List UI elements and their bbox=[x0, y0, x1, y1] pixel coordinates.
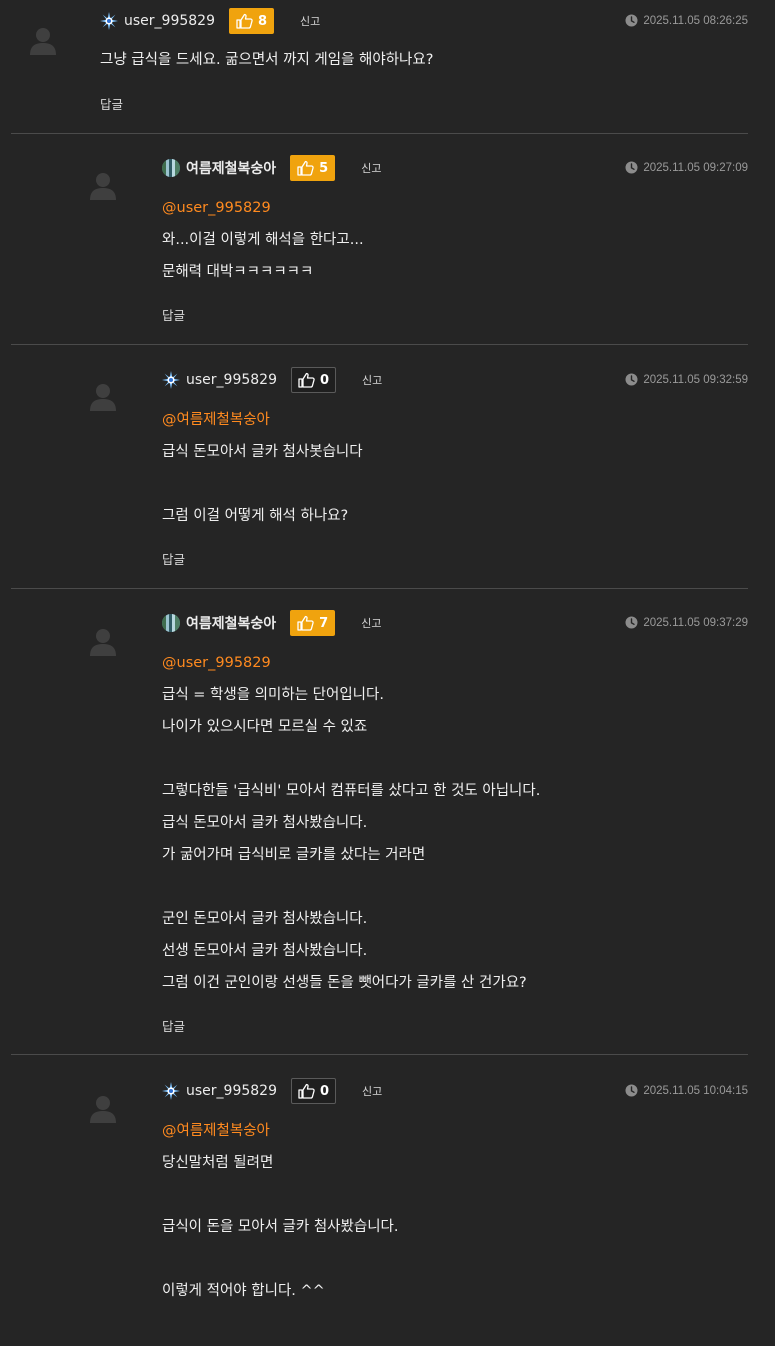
clock-icon bbox=[625, 1084, 643, 1097]
like-button[interactable]: 5 bbox=[290, 155, 336, 181]
comment-header: user_995829 8 신고 bbox=[100, 7, 320, 35]
reply-button[interactable]: 답글 bbox=[100, 94, 123, 113]
comment-timestamp: 2025.11.05 09:27:09 bbox=[625, 161, 748, 174]
timestamp-text: 2025.11.05 09:37:29 bbox=[643, 616, 748, 629]
username-link[interactable]: user_995829 bbox=[124, 13, 215, 29]
report-button[interactable]: 신고 bbox=[362, 372, 382, 388]
comment-text-line: 와...이걸 이렇게 해석을 한다고... bbox=[162, 232, 364, 248]
username-link[interactable]: user_995829 bbox=[186, 372, 277, 388]
comment-text-line bbox=[162, 468, 363, 500]
comment-text-line: 급식 = 학생을 의미하는 단어입니다. bbox=[162, 687, 384, 703]
comment-timestamp: 2025.11.05 09:32:59 bbox=[625, 373, 748, 386]
reply-button[interactable]: 답글 bbox=[162, 549, 185, 568]
thumbs-up-icon bbox=[298, 372, 320, 388]
clock-icon bbox=[625, 161, 643, 174]
report-button[interactable]: 신고 bbox=[362, 1083, 382, 1099]
comment-header: user_995829 0 신고 bbox=[162, 1077, 382, 1105]
reply-button[interactable]: 답글 bbox=[162, 305, 185, 324]
timestamp-text: 2025.11.05 08:26:25 bbox=[643, 14, 748, 27]
comment-body: @user_995829 급식 = 학생을 의미하는 단어입니다. 나이가 있으시다… bbox=[162, 647, 540, 999]
comment-text-line: 그냥 급식을 드세요. 굶으면서 까지 게임을 해야하나요? bbox=[100, 52, 434, 68]
comment-text-line: 급식 돈모아서 글카 첨사봤습니다. bbox=[162, 815, 368, 831]
comment-timestamp: 2025.11.05 09:37:29 bbox=[625, 616, 748, 629]
mention-link[interactable]: @여름제철복숭아 bbox=[162, 404, 363, 436]
mention-link[interactable]: @user_995829 bbox=[162, 647, 540, 679]
username-link[interactable]: 여름제철복숭아 bbox=[186, 158, 276, 178]
like-count: 7 bbox=[319, 615, 329, 631]
avatar-placeholder-icon bbox=[30, 27, 56, 55]
comment-timestamp: 2025.11.05 08:26:25 bbox=[625, 14, 748, 27]
like-button[interactable]: 0 bbox=[290, 1078, 337, 1104]
burst-icon bbox=[162, 1082, 180, 1100]
comment-timestamp: 2025.11.05 10:04:15 bbox=[625, 1084, 748, 1097]
comment-divider bbox=[11, 588, 748, 589]
comment-divider bbox=[11, 1054, 748, 1055]
burst-icon bbox=[100, 12, 118, 30]
comment-text-line: 당신말처럼 될려면 bbox=[162, 1155, 274, 1171]
mention-link[interactable]: @user_995829 bbox=[162, 192, 364, 224]
username-link[interactable]: user_995829 bbox=[186, 1083, 277, 1099]
report-button[interactable]: 신고 bbox=[361, 160, 381, 176]
comment-text-line: 문해력 대박ㅋㅋㅋㅋㅋㅋ bbox=[162, 264, 314, 280]
username-link[interactable]: 여름제철복숭아 bbox=[186, 613, 276, 633]
comment-header: user_995829 0 신고 bbox=[162, 366, 382, 394]
clock-icon bbox=[625, 616, 643, 629]
report-button[interactable]: 신고 bbox=[300, 13, 320, 29]
thumbs-up-icon bbox=[297, 160, 319, 176]
like-button[interactable]: 0 bbox=[290, 367, 337, 393]
nature-icon bbox=[162, 159, 180, 177]
thumbs-up-icon bbox=[297, 615, 319, 631]
comment-text-line: 그렇다한들 '급식비' 모아서 컴퓨터를 샀다고 한 것도 아닙니다. bbox=[162, 783, 541, 799]
comment-text-line: 나이가 있으시다면 모르실 수 있죠 bbox=[162, 719, 368, 735]
comment-text-line bbox=[162, 743, 540, 775]
comment-divider bbox=[11, 133, 748, 134]
mention-link[interactable]: @여름제철복숭아 bbox=[162, 1115, 398, 1147]
like-button[interactable]: 8 bbox=[228, 8, 275, 34]
thumbs-up-icon bbox=[236, 13, 258, 29]
comment-body: @여름제철복숭아급식 돈모아서 글카 첨사봇습니다그럼 이걸 어떻게 해석 하나… bbox=[162, 404, 363, 532]
clock-icon bbox=[625, 14, 643, 27]
comment-header: 여름제철복숭아 5 신고 bbox=[162, 154, 381, 182]
like-count: 0 bbox=[319, 1083, 330, 1099]
avatar-placeholder-icon bbox=[90, 1095, 116, 1123]
thumbs-up-icon bbox=[298, 1083, 320, 1099]
comment-divider bbox=[11, 344, 748, 345]
like-count: 8 bbox=[257, 13, 268, 29]
burst-icon bbox=[162, 371, 180, 389]
timestamp-text: 2025.11.05 09:32:59 bbox=[643, 373, 748, 386]
reply-button[interactable]: 답글 bbox=[162, 1016, 185, 1035]
comment-body: @user_995829 와...이걸 이렇게 해석을 한다고... 문해력 대박ㅋ… bbox=[162, 192, 364, 288]
comment-text-line: 급식이 돈을 모아서 글카 첨사봤습니다. bbox=[162, 1219, 399, 1235]
avatar-placeholder-icon bbox=[90, 383, 116, 411]
comment-text-line bbox=[162, 871, 540, 903]
clock-icon bbox=[625, 373, 643, 386]
comment-text-line: 그럼 이건 군인이랑 선생들 돈을 뺏어다가 글카를 산 건가요? bbox=[162, 975, 527, 991]
comment-body: @여름제철복숭아당신말처럼 될려면급식이 돈을 모아서 글카 첨사봤습니다. 이렇… bbox=[162, 1115, 398, 1307]
comment-text-line: 군인 돈모아서 글카 첨사봤습니다. bbox=[162, 911, 368, 927]
nature-icon bbox=[162, 614, 180, 632]
comment-header: 여름제철복숭아 7 신고 bbox=[162, 609, 381, 637]
comment-text-line: 이렇게 적어야 합니다. ^^ bbox=[162, 1283, 325, 1299]
like-count: 0 bbox=[319, 372, 330, 388]
comment-body: 그냥 급식을 드세요. 굶으면서 까지 게임을 해야하나요? bbox=[100, 44, 433, 76]
comment-text-line: 급식 돈모아서 글카 첨사봇습니다 bbox=[162, 444, 363, 460]
comment-text-line: 선생 돈모아서 글카 첨사봤습니다. bbox=[162, 943, 368, 959]
avatar-placeholder-icon bbox=[90, 172, 116, 200]
comment-text-line bbox=[162, 1243, 398, 1275]
avatar-placeholder-icon bbox=[90, 628, 116, 656]
like-count: 5 bbox=[319, 160, 329, 176]
comment-text-line: 가 굶어가며 급식비로 글카를 샀다는 거라면 bbox=[162, 847, 426, 863]
timestamp-text: 2025.11.05 10:04:15 bbox=[643, 1084, 748, 1097]
comment-text-line: 그럼 이걸 어떻게 해석 하나요? bbox=[162, 508, 349, 524]
report-button[interactable]: 신고 bbox=[361, 615, 381, 631]
comment-text-line bbox=[162, 1179, 398, 1211]
like-button[interactable]: 7 bbox=[290, 610, 336, 636]
timestamp-text: 2025.11.05 09:27:09 bbox=[643, 161, 748, 174]
